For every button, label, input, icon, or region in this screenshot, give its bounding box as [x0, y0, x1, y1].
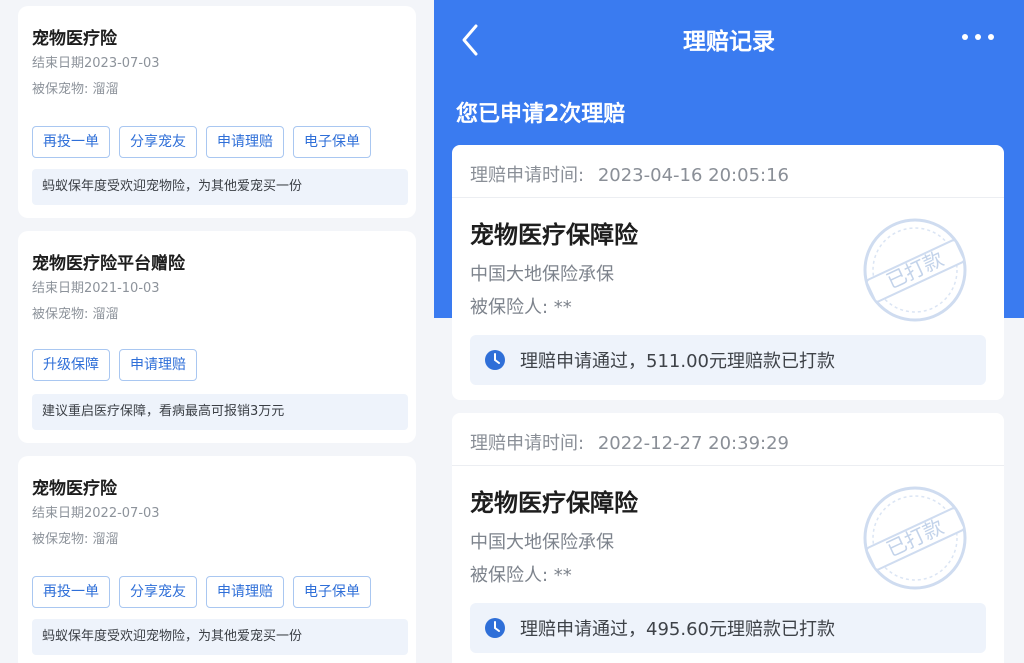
policy-actions: 再投一单 分享宠友 申请理赔 电子保单: [32, 576, 371, 608]
policy-title: 宠物医疗险: [32, 29, 117, 49]
policy-note[interactable]: 蚂蚁保年度受欢迎宠物险，为其他爱宠买一份: [32, 169, 408, 205]
more-dots-icon[interactable]: [962, 34, 998, 44]
policy-actions: 升级保障 申请理赔: [32, 349, 197, 381]
divider: [452, 197, 1004, 198]
policy-end-date: 结束日期2022-07-03: [32, 506, 160, 521]
policy-card[interactable]: 宠物医疗险平台赠险 结束日期2021-10-03 被保宠物: 溜溜 升级保障 申…: [18, 231, 416, 443]
claim-card[interactable]: 理赔申请时间: 2023-04-16 20:05:16 宠物医疗保障险 中国大地…: [452, 145, 1004, 400]
reinsure-button[interactable]: 再投一单: [32, 126, 110, 158]
applied-count: 您已申请2次理赔: [456, 102, 626, 127]
claim-status-bar: 理赔申请通过，495.60元理赔款已打款: [470, 603, 986, 653]
claim-time: 2022-12-27 20:39:29: [597, 433, 789, 454]
policy-list-pane: 宠物医疗险 结束日期2023-07-03 被保宠物: 溜溜 再投一单 分享宠友 …: [0, 0, 434, 663]
e-policy-button[interactable]: 电子保单: [293, 126, 371, 158]
claim-time-row: 理赔申请时间: 2023-04-16 20:05:16: [470, 161, 789, 187]
policy-pet: 被保宠物: 溜溜: [32, 307, 119, 322]
upgrade-button[interactable]: 升级保障: [32, 349, 110, 381]
claim-insured: 被保险人: **: [470, 297, 572, 318]
policy-note[interactable]: 建议重启医疗保障，看病最高可报销3万元: [32, 394, 408, 430]
claim-button[interactable]: 申请理赔: [206, 576, 284, 608]
policy-card[interactable]: 宠物医疗险 结束日期2023-07-03 被保宠物: 溜溜 再投一单 分享宠友 …: [18, 6, 416, 218]
paid-stamp-icon: 已打款: [860, 215, 970, 325]
policy-pet: 被保宠物: 溜溜: [32, 82, 119, 97]
claim-time-row: 理赔申请时间: 2022-12-27 20:39:29: [470, 429, 789, 455]
claim-product: 宠物医疗保障险: [470, 489, 638, 517]
claim-insurer: 中国大地保险承保: [470, 532, 614, 553]
reinsure-button[interactable]: 再投一单: [32, 576, 110, 608]
chevron-left-icon[interactable]: [456, 20, 486, 60]
claim-status-text: 理赔申请通过，511.00元理赔款已打款: [520, 351, 835, 372]
paid-stamp-icon: 已打款: [860, 483, 970, 593]
claim-button[interactable]: 申请理赔: [119, 349, 197, 381]
clock-icon: [484, 349, 506, 371]
share-button[interactable]: 分享宠友: [119, 126, 197, 158]
policy-title: 宠物医疗险: [32, 479, 117, 499]
claim-card[interactable]: 理赔申请时间: 2022-12-27 20:39:29 宠物医疗保障险 中国大地…: [452, 413, 1004, 663]
stamp-text: 已打款: [883, 246, 948, 293]
share-button[interactable]: 分享宠友: [119, 576, 197, 608]
policy-note[interactable]: 蚂蚁保年度受欢迎宠物险，为其他爱宠买一份: [32, 619, 408, 655]
claim-time-label: 理赔申请时间:: [470, 165, 585, 186]
claim-time-label: 理赔申请时间:: [470, 433, 585, 454]
stamp-text: 已打款: [883, 514, 948, 561]
claim-insured: 被保险人: **: [470, 565, 572, 586]
policy-title: 宠物医疗险平台赠险: [32, 254, 185, 274]
policy-end-date: 结束日期2021-10-03: [32, 281, 160, 296]
e-policy-button[interactable]: 电子保单: [293, 576, 371, 608]
claims-record-pane: 理赔记录 您已申请2次理赔 理赔申请时间: 2023-04-16 20:05:1…: [434, 0, 1024, 663]
claim-product: 宠物医疗保障险: [470, 221, 638, 249]
claim-status-text: 理赔申请通过，495.60元理赔款已打款: [520, 619, 835, 640]
policy-pet: 被保宠物: 溜溜: [32, 532, 119, 547]
clock-icon: [484, 617, 506, 639]
policy-actions: 再投一单 分享宠友 申请理赔 电子保单: [32, 126, 371, 158]
claim-button[interactable]: 申请理赔: [206, 126, 284, 158]
claim-time: 2023-04-16 20:05:16: [597, 165, 789, 186]
policy-end-date: 结束日期2023-07-03: [32, 56, 160, 71]
claim-insurer: 中国大地保险承保: [470, 264, 614, 285]
divider: [452, 465, 1004, 466]
claim-status-bar: 理赔申请通过，511.00元理赔款已打款: [470, 335, 986, 385]
policy-card[interactable]: 宠物医疗险 结束日期2022-07-03 被保宠物: 溜溜 再投一单 分享宠友 …: [18, 456, 416, 663]
